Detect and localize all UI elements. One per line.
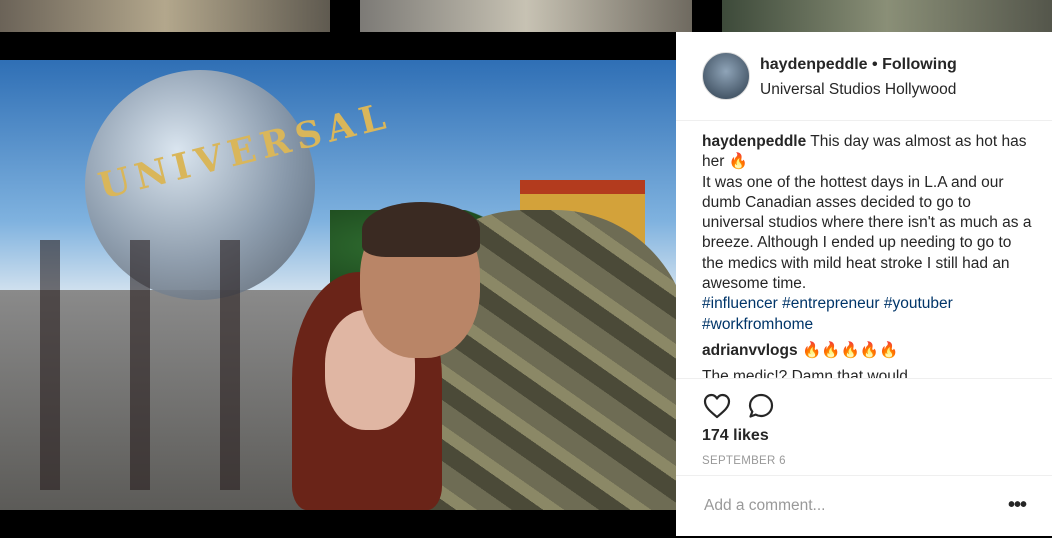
- header-username[interactable]: haydenpeddle: [760, 56, 868, 73]
- fire-emoji: 🔥: [728, 153, 749, 171]
- comment-icon[interactable]: [746, 391, 776, 421]
- hashtag-link[interactable]: #youtuber: [884, 295, 953, 312]
- caption-username[interactable]: haydenpeddle: [702, 133, 806, 150]
- like-count[interactable]: 174 likes: [702, 427, 769, 445]
- background-thumbnail: [360, 0, 692, 32]
- header-username-row: haydenpeddle • Following: [760, 56, 957, 74]
- photo-crowd: [0, 240, 300, 490]
- caption: haydenpeddle This day was almost as hot …: [702, 132, 1032, 335]
- post-header: haydenpeddle • Following Universal Studi…: [676, 32, 1052, 121]
- comment-text: 🔥🔥🔥🔥🔥: [801, 341, 899, 359]
- background-thumbnail: [722, 0, 1052, 32]
- comment-partial: The medic!? Damn that would: [702, 367, 1032, 378]
- comments-list[interactable]: haydenpeddle This day was almost as hot …: [702, 132, 1032, 378]
- hashtag-link[interactable]: #workfromhome: [702, 316, 813, 333]
- post-photo[interactable]: UNIVERSAL: [0, 60, 676, 510]
- comment-text: The medic!? Damn that would: [702, 368, 908, 378]
- header-separator: •: [872, 56, 878, 73]
- background-gap: [330, 0, 360, 32]
- hashtag-link[interactable]: #entrepreneur: [782, 295, 879, 312]
- hashtag-link[interactable]: #influencer: [702, 295, 778, 312]
- comment-input[interactable]: [702, 496, 996, 516]
- location-link[interactable]: Universal Studios Hollywood: [760, 81, 956, 99]
- comment: adrianvvlogs 🔥🔥🔥🔥🔥: [702, 341, 1032, 361]
- post-actions: 174 likes SEPTEMBER 6 •••: [676, 378, 1052, 537]
- more-options-icon[interactable]: •••: [1008, 494, 1027, 517]
- avatar[interactable]: [702, 52, 750, 100]
- post-date: SEPTEMBER 6: [702, 455, 786, 467]
- post-sidebar: haydenpeddle • Following Universal Studi…: [676, 32, 1052, 536]
- heart-icon[interactable]: [702, 391, 732, 421]
- photo-man-hair: [362, 202, 480, 257]
- background-gap: [692, 0, 722, 32]
- comment-username[interactable]: adrianvvlogs: [702, 342, 798, 359]
- background-thumbnail: [0, 0, 330, 32]
- caption-body: It was one of the hottest days in L.A an…: [702, 173, 1032, 293]
- follow-status-button[interactable]: Following: [882, 56, 957, 73]
- add-comment-bar: •••: [676, 475, 1052, 538]
- background-thumbnails: [0, 0, 1052, 32]
